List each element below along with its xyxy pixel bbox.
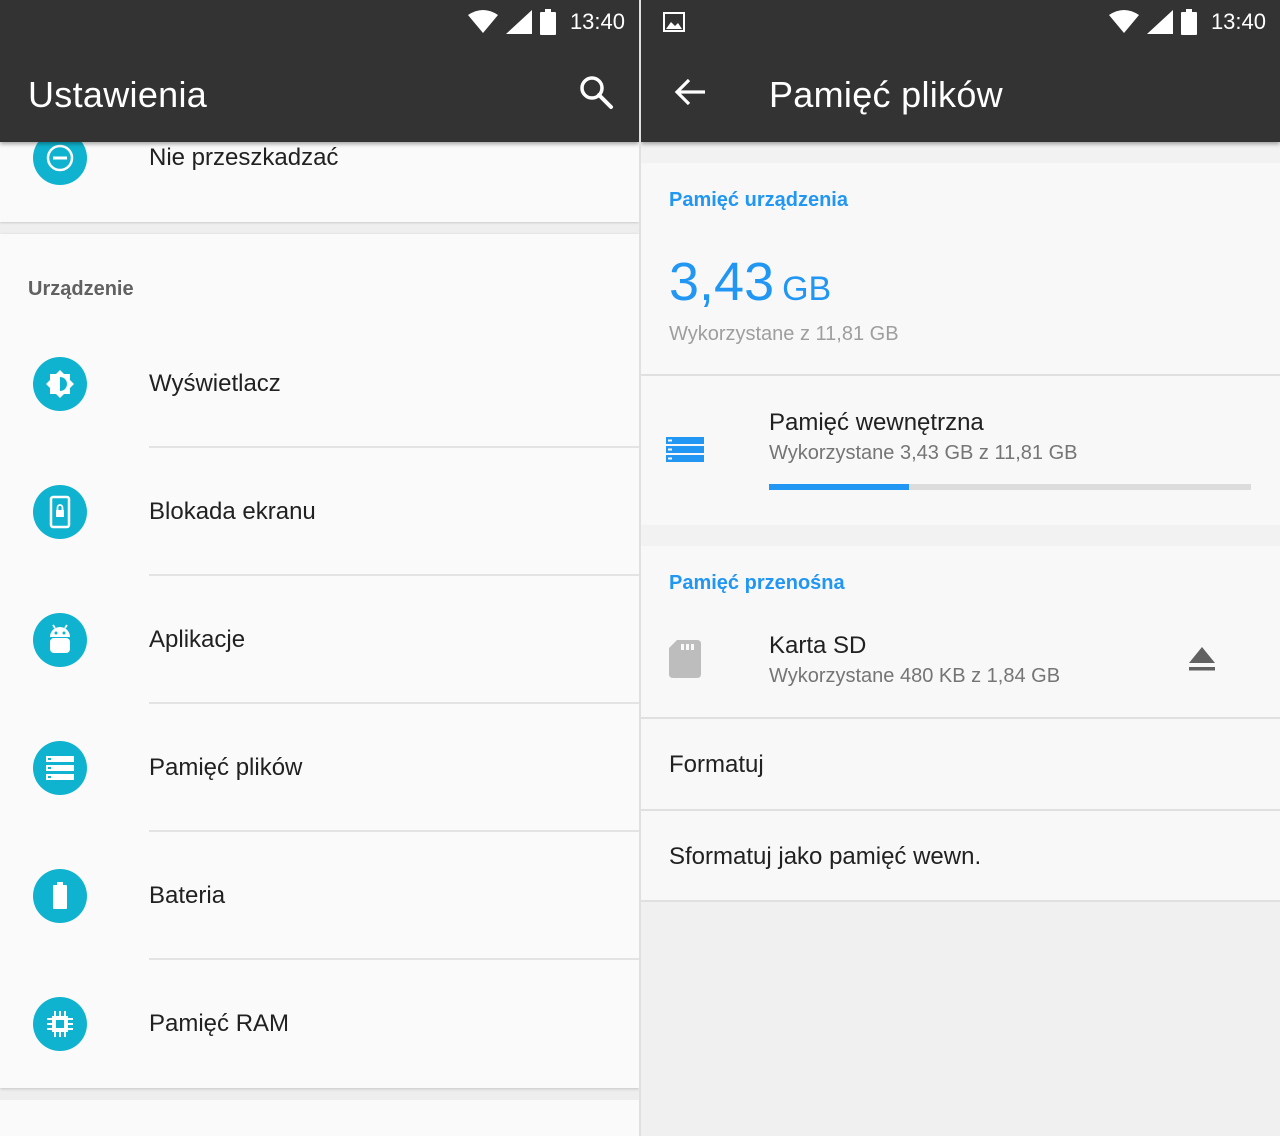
settings-item-apps[interactable]: Aplikacje	[0, 576, 639, 704]
settings-item-label: Aplikacje	[149, 626, 246, 653]
image-notification-icon	[663, 12, 685, 32]
lock-screen-icon	[33, 485, 87, 539]
battery-status-icon	[1180, 9, 1197, 35]
used-unit: GB	[782, 270, 832, 308]
memory-icon	[33, 997, 87, 1051]
settings-app-bar: 13:40 Ustawienia	[0, 0, 639, 142]
page-title: Ustawienia	[28, 74, 208, 115]
format-as-internal-label: Sformatuj jako pamięć wewn.	[669, 843, 982, 870]
settings-item-lock-screen[interactable]: Blokada ekranu	[0, 448, 639, 576]
brightness-icon	[33, 357, 87, 411]
storage-icon	[33, 741, 87, 795]
settings-panel: 13:40 Ustawienia Nie przeszkadzać Urządz…	[0, 0, 639, 1136]
progress-fill	[769, 484, 909, 490]
settings-item-label: Blokada ekranu	[149, 498, 316, 525]
settings-item-storage[interactable]: Pamięć plików	[0, 704, 639, 832]
storage-icon	[666, 437, 704, 462]
status-time: 13:40	[1210, 9, 1266, 34]
section-header-device-storage: Pamięć urządzenia	[669, 189, 848, 211]
settings-item-label: Nie przeszkadzać	[149, 144, 339, 171]
used-storage-total: 3,43 GB	[669, 251, 831, 313]
sd-card-title: Karta SD	[769, 632, 867, 659]
settings-item-display[interactable]: Wyświetlacz	[0, 320, 639, 448]
settings-item-label: Bateria	[149, 882, 226, 909]
next-settings-card	[0, 1100, 639, 1136]
status-icons: 13:40	[1108, 6, 1266, 38]
used-amount: 3,43	[669, 252, 775, 312]
status-icons: 13:40	[467, 6, 625, 38]
wifi-icon	[1108, 10, 1139, 33]
empty-area	[641, 902, 1280, 1136]
sd-card-icon	[669, 640, 701, 678]
wifi-icon	[467, 10, 498, 33]
status-time: 13:40	[569, 9, 625, 34]
search-icon[interactable]	[578, 74, 614, 110]
eject-icon[interactable]	[1188, 646, 1216, 672]
internal-storage-progress	[769, 484, 1251, 490]
settings-item-ram[interactable]: Pamięć RAM	[0, 960, 639, 1088]
battery-status-icon	[539, 9, 556, 35]
settings-item-label: Pamięć plików	[149, 754, 303, 781]
status-bar: 13:40	[0, 0, 639, 44]
portable-storage-section: Pamięć przenośna Karta SD Wykorzystane 4…	[641, 546, 1280, 902]
used-of-total: Wykorzystane z 11,81 GB	[669, 323, 899, 345]
section-header-device: Urządzenie	[28, 278, 134, 300]
settings-item-battery[interactable]: Bateria	[0, 832, 639, 960]
settings-item-label: Pamięć RAM	[149, 1010, 290, 1037]
back-arrow-icon[interactable]	[673, 75, 707, 109]
status-bar: 13:40	[641, 0, 1280, 44]
sd-card-subtitle: Wykorzystane 480 KB z 1,84 GB	[769, 665, 1061, 687]
battery-icon	[33, 869, 87, 923]
format-label: Formatuj	[669, 751, 764, 778]
format-item[interactable]: Formatuj	[641, 719, 1280, 809]
storage-panel: 13:40 Pamięć plików Pamięć urządzenia 3,…	[641, 0, 1280, 1136]
section-header-portable-storage: Pamięć przenośna	[669, 572, 845, 594]
internal-storage-subtitle: Wykorzystane 3,43 GB z 11,81 GB	[769, 442, 1078, 464]
cell-signal-icon	[505, 10, 532, 34]
android-icon	[33, 613, 87, 667]
device-settings-card: Urządzenie Wyświetlacz Blokada ekranu Ap…	[0, 234, 639, 1088]
top-settings-card: Nie przeszkadzać	[0, 131, 639, 222]
internal-storage-title: Pamięć wewnętrzna	[769, 409, 984, 436]
storage-app-bar: 13:40 Pamięć plików	[641, 0, 1280, 142]
internal-storage-item[interactable]: Pamięć wewnętrzna Wykorzystane 3,43 GB z…	[641, 376, 1280, 525]
cell-signal-icon	[1146, 10, 1173, 34]
format-as-internal-item[interactable]: Sformatuj jako pamięć wewn.	[641, 811, 1280, 900]
page-title: Pamięć plików	[769, 74, 1003, 115]
settings-item-label: Wyświetlacz	[149, 370, 281, 397]
device-storage-section: Pamięć urządzenia 3,43 GB Wykorzystane z …	[641, 163, 1280, 525]
sd-card-item[interactable]: Karta SD Wykorzystane 480 KB z 1,84 GB	[641, 610, 1280, 718]
